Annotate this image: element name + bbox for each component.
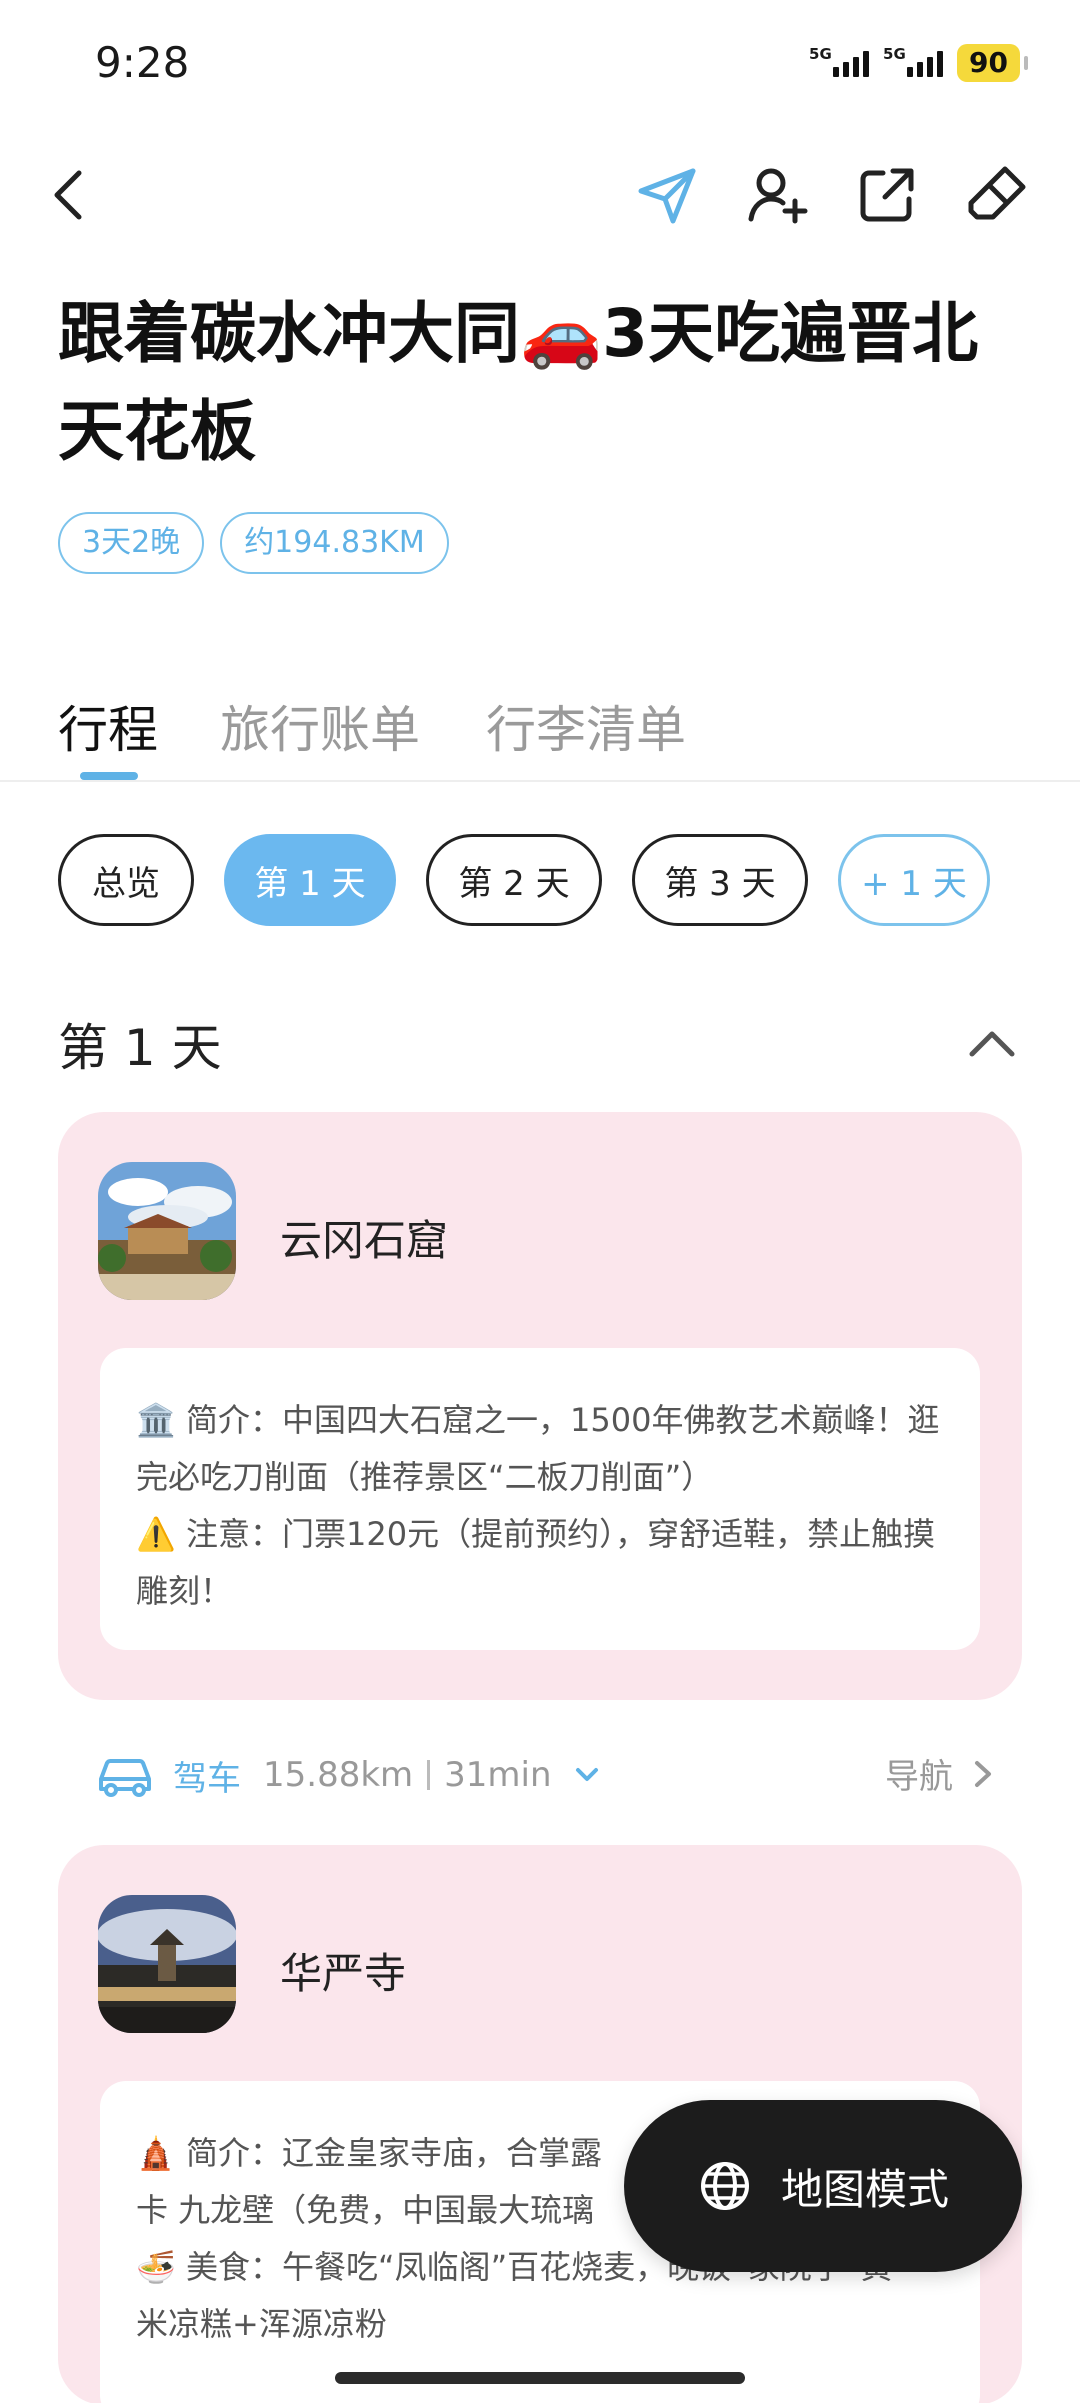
send-button[interactable]	[632, 160, 702, 230]
car-icon	[99, 1758, 151, 1797]
pagoda-icon: 🛕	[136, 2134, 176, 2172]
map-mode-button[interactable]: 地图模式	[624, 2100, 1022, 2272]
route-info-row[interactable]: 驾车 15.88km 31min 导航	[95, 1745, 995, 1805]
map-mode-label: 地图模式	[780, 2164, 949, 2214]
globe-icon	[700, 2162, 749, 2210]
place-notes: 🏛️ 简介：中国四大石窟之一，1500年佛教艺术巅峰！逛完必吃刀削面（推荐景区“二…	[100, 1348, 980, 1650]
status-indicators: 5G 5G 90	[809, 44, 1028, 82]
eraser-icon	[968, 166, 1026, 220]
tab-travel-bill[interactable]: 旅行账单	[220, 690, 420, 762]
food-line-continued: 米凉糕+浑源凉粉	[136, 2305, 387, 2343]
navigate-button[interactable]: 导航	[885, 1749, 995, 1798]
pill-day-2[interactable]: 第 2 天	[426, 834, 602, 926]
tab-itinerary[interactable]: 行程	[58, 690, 158, 762]
chevron-down-icon[interactable]	[572, 1760, 602, 1790]
content-tabs: 行程 旅行账单 行李清单	[0, 680, 1080, 782]
route-duration: 31min	[444, 1755, 552, 1795]
share-button[interactable]	[852, 160, 922, 230]
pill-overview[interactable]: 总览	[58, 834, 194, 926]
home-indicator[interactable]	[335, 2372, 745, 2384]
place-name: 华严寺	[280, 1949, 407, 1998]
collapse-button[interactable]	[962, 1014, 1022, 1074]
status-time: 9:28	[95, 38, 190, 87]
intro-line: 🏛️ 简介：中国四大石窟之一，1500年佛教艺术巅峰！逛完必吃刀削面（推荐景区“二…	[136, 1392, 944, 1506]
status-bar: 9:28 5G 5G 90	[0, 0, 1080, 130]
duration-tag: 3天2晚	[58, 512, 205, 574]
museum-icon: 🏛️	[136, 1401, 176, 1439]
place-name: 云冈石窟	[280, 1216, 449, 1265]
pill-day-1[interactable]: 第 1 天	[224, 834, 396, 926]
battery-indicator: 90	[957, 44, 1028, 82]
place-photo	[98, 1895, 236, 2033]
top-nav	[0, 150, 1080, 240]
trip-title: 跟着碳水冲大同🚗3天吃遍晋北天花板	[58, 295, 979, 470]
warning-line: ⚠️ 注意：门票120元（提前预约），穿舒适鞋，禁止触摸雕刻！	[136, 1506, 944, 1620]
route-distance: 15.88km	[263, 1755, 414, 1795]
day-section-header: 第 1 天	[58, 1008, 1022, 1078]
add-member-button[interactable]	[742, 160, 812, 230]
chevron-right-icon	[975, 1760, 991, 1787]
signal-icon: 5G	[809, 45, 870, 77]
food-bowl-icon: 🍜	[136, 2248, 176, 2286]
back-icon	[54, 170, 82, 220]
signal-icon: 5G	[883, 45, 944, 77]
share-icon	[860, 168, 914, 222]
add-user-icon	[748, 168, 808, 224]
day-selector: 总览 第 1 天 第 2 天 第 3 天 + 1 天	[58, 834, 990, 926]
place-photo	[98, 1162, 236, 1300]
navigate-label: 导航	[885, 1757, 953, 1797]
route-divider	[427, 1760, 431, 1790]
edit-button[interactable]	[962, 160, 1032, 230]
place-card[interactable]: 云冈石窟 🏛️ 简介：中国四大石窟之一，1500年佛教艺术巅峰！逛完必吃刀削面（推…	[58, 1112, 1022, 1700]
chevron-up-icon	[969, 1031, 1015, 1057]
pill-day-3[interactable]: 第 3 天	[632, 834, 808, 926]
tab-packing-list[interactable]: 行李清单	[486, 690, 686, 762]
warning-icon: ⚠️	[136, 1515, 176, 1553]
day-title: 第 1 天	[58, 1019, 222, 1077]
tab-indicator	[80, 772, 138, 780]
distance-tag: 约194.83KM	[220, 512, 449, 574]
trip-tags: 3天2晚 约194.83KM	[58, 512, 449, 574]
add-day-button[interactable]: + 1 天	[838, 834, 990, 926]
paper-plane-icon	[638, 168, 696, 224]
back-button[interactable]	[34, 160, 104, 230]
route-mode: 驾车	[173, 1758, 241, 1799]
